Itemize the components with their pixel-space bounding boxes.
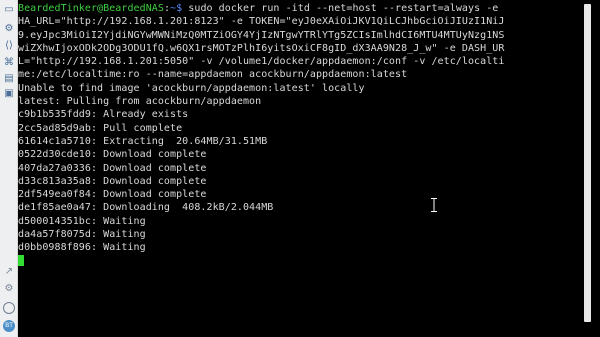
clipboard-icon[interactable]: ▤ [3, 73, 15, 85]
terminal-line: latest: Pulling from acockburn/appdaemon [18, 96, 262, 108]
prompt-line: BeardedTinker@BeardedNAS:~$ sudo docker … [18, 2, 582, 15]
terminal-line: 2df549ea0f84: Download complete [18, 189, 207, 201]
terminal-line: de1f85ae0a47: Downloading 408.2kB/2.044M… [18, 202, 274, 214]
terminal-line: 407da27a0336: Download complete [18, 162, 207, 174]
terminal-line: da4a57f8075d: Waiting [18, 229, 146, 241]
terminal-line: 0522d30cde10: Download complete [18, 149, 207, 161]
terminal-icon[interactable]: ▭ [3, 4, 15, 16]
settings-icon[interactable]: ⚙ [3, 23, 15, 35]
terminal-line: 61614c1a5710: Extracting 20.64MB/31.51MB [18, 135, 268, 147]
left-toolbar: ▭ ⚙ ⟨⟩ ⌘ ▤ ▣ ↗ ⚙ BT [0, 0, 18, 337]
terminal-line: 9.eyJpc3MiOiI2YjdiNGYwMWNiMzQ0MTZiOGY4Yj… [18, 29, 505, 41]
screen: ▭ ⚙ ⟨⟩ ⌘ ▤ ▣ ↗ ⚙ BT BeardedTinker@Bearde… [0, 0, 600, 337]
tag-icon[interactable]: ⌘ [3, 57, 15, 69]
terminal-line: 2cc5ad85d9ab: Pull complete [18, 122, 183, 134]
right-edge [592, 0, 600, 337]
text-cursor [18, 255, 24, 267]
code-icon[interactable]: ⟨⟩ [3, 40, 15, 52]
terminal-line: me:/etc/localtime:ro --name=appdaemon ac… [18, 69, 408, 81]
cursor-line [18, 255, 582, 268]
gear-icon[interactable]: ⚙ [3, 283, 15, 295]
prompt-path: ~$ [170, 3, 183, 14]
terminal-line: c9b1b535fdd9: Already exists [18, 109, 189, 121]
prompt-user-host: BeardedTinker@BeardedNAS [18, 3, 164, 14]
terminal-line: L="http://192.168.1.201:5050" -v /volume… [18, 56, 505, 68]
scrollbar[interactable] [582, 0, 592, 337]
terminal-line: wiZXhwIjoxODk2ODg3ODU1fQ.w6QX1rsMOTzPlhI… [18, 42, 505, 54]
terminal-output[interactable]: BeardedTinker@BeardedNAS:~$ sudo docker … [18, 2, 582, 335]
terminal-line: d33c813a35a8: Download complete [18, 175, 207, 187]
help-icon[interactable] [3, 302, 15, 314]
terminal-line: d500014351bc: Waiting [18, 215, 146, 227]
terminal-line: HA_URL="http://192.168.1.201:8123" -e TO… [18, 16, 505, 28]
monitor-icon[interactable]: ▣ [3, 88, 15, 100]
avatar[interactable]: BT [3, 320, 15, 332]
expand-icon[interactable]: ↗ [3, 266, 15, 278]
terminal-line: Unable to find image 'acockburn/appdaemo… [18, 82, 365, 94]
command-text: sudo docker run -itd --net=host --restar… [182, 3, 499, 14]
terminal-line: d0bb0988f896: Waiting [18, 242, 146, 254]
scrollbar-thumb[interactable] [584, 4, 591, 322]
ibeam-cursor-icon [431, 198, 437, 212]
